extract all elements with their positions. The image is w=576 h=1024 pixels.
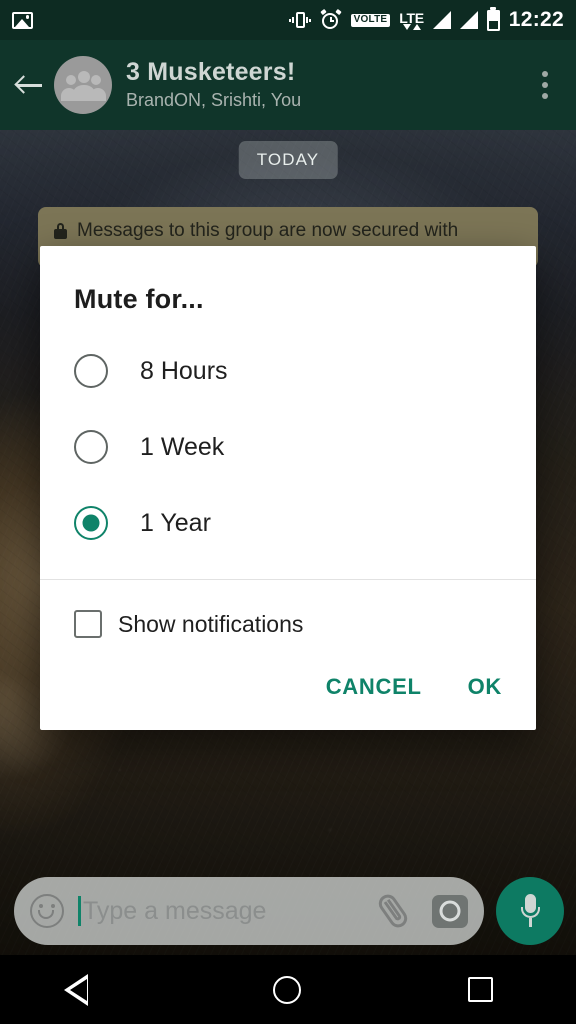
radio-option-1-week[interactable]: 1 Week: [40, 409, 536, 485]
lte-indicator: LTE: [399, 11, 424, 30]
signal-bars-icon-1: [432, 11, 451, 29]
radio-option-1-year[interactable]: 1 Year: [40, 485, 536, 561]
microphone-button[interactable]: [496, 877, 564, 945]
show-notifications-label: Show notifications: [118, 610, 304, 637]
android-nav-bar: [0, 955, 576, 1024]
image-icon: [12, 11, 33, 29]
chat-participants: BrandON, Srishti, You: [126, 90, 302, 111]
mute-dialog: Mute for... 8 Hours 1 Week 1 Year Show n…: [40, 246, 536, 730]
date-badge: TODAY: [238, 141, 338, 179]
dialog-title: Mute for...: [74, 284, 204, 314]
status-bar: VOLTE LTE 12:22: [0, 0, 576, 40]
emoji-icon[interactable]: [30, 894, 64, 928]
chat-title: 3 Musketeers!: [126, 58, 296, 87]
nav-home-icon[interactable]: [272, 975, 301, 1004]
cancel-button[interactable]: CANCEL: [326, 674, 422, 700]
show-notifications-row[interactable]: Show notifications: [40, 580, 536, 648]
group-avatar[interactable]: [54, 56, 112, 114]
vibrate-icon: [288, 9, 311, 31]
chat-toolbar: 3 Musketeers! BrandON, Srishti, You: [0, 40, 576, 130]
data-arrows-icon: [402, 23, 421, 30]
lte-label: LTE: [399, 9, 424, 26]
message-input-bar: Type a message: [0, 865, 576, 955]
nav-recents-icon[interactable]: [467, 977, 493, 1002]
message-input-pill[interactable]: Type a message: [14, 877, 484, 945]
lock-icon: [54, 223, 67, 239]
dialog-actions: CANCEL OK: [40, 648, 536, 730]
camera-icon[interactable]: [432, 894, 468, 928]
toolbar-text[interactable]: 3 Musketeers! BrandON, Srishti, You: [126, 58, 301, 111]
encryption-notice-text: Messages to this group are now secured w…: [77, 220, 459, 241]
radio-icon-1-week[interactable]: [74, 430, 108, 464]
radio-icon-8-hours[interactable]: [74, 354, 108, 388]
radio-label-8-hours: 8 Hours: [140, 356, 228, 385]
radio-icon-1-year[interactable]: [74, 506, 108, 540]
message-input-placeholder[interactable]: Type a message: [83, 897, 376, 926]
battery-icon: [486, 6, 500, 31]
status-clock: 12:22: [508, 8, 564, 31]
signal-bars-icon-2: [459, 11, 478, 29]
overflow-menu-icon[interactable]: [528, 63, 562, 107]
text-cursor: [78, 896, 81, 926]
radio-label-1-week: 1 Week: [140, 432, 225, 461]
show-notifications-checkbox[interactable]: [74, 610, 102, 638]
microphone-icon: [521, 894, 540, 928]
mute-duration-options: 8 Hours 1 Week 1 Year: [40, 323, 536, 579]
nav-back-icon[interactable]: [63, 973, 106, 1006]
radio-label-1-year: 1 Year: [140, 508, 211, 537]
alarm-icon: [319, 8, 342, 31]
paperclip-icon[interactable]: [369, 887, 417, 936]
ok-button[interactable]: OK: [468, 674, 502, 700]
phone-screen: VOLTE LTE 12:22 3 Musketeers! BrandON, S…: [0, 0, 576, 1024]
volte-badge: VOLTE: [350, 13, 391, 27]
radio-option-8-hours[interactable]: 8 Hours: [40, 333, 536, 409]
back-arrow-icon[interactable]: [10, 65, 50, 105]
